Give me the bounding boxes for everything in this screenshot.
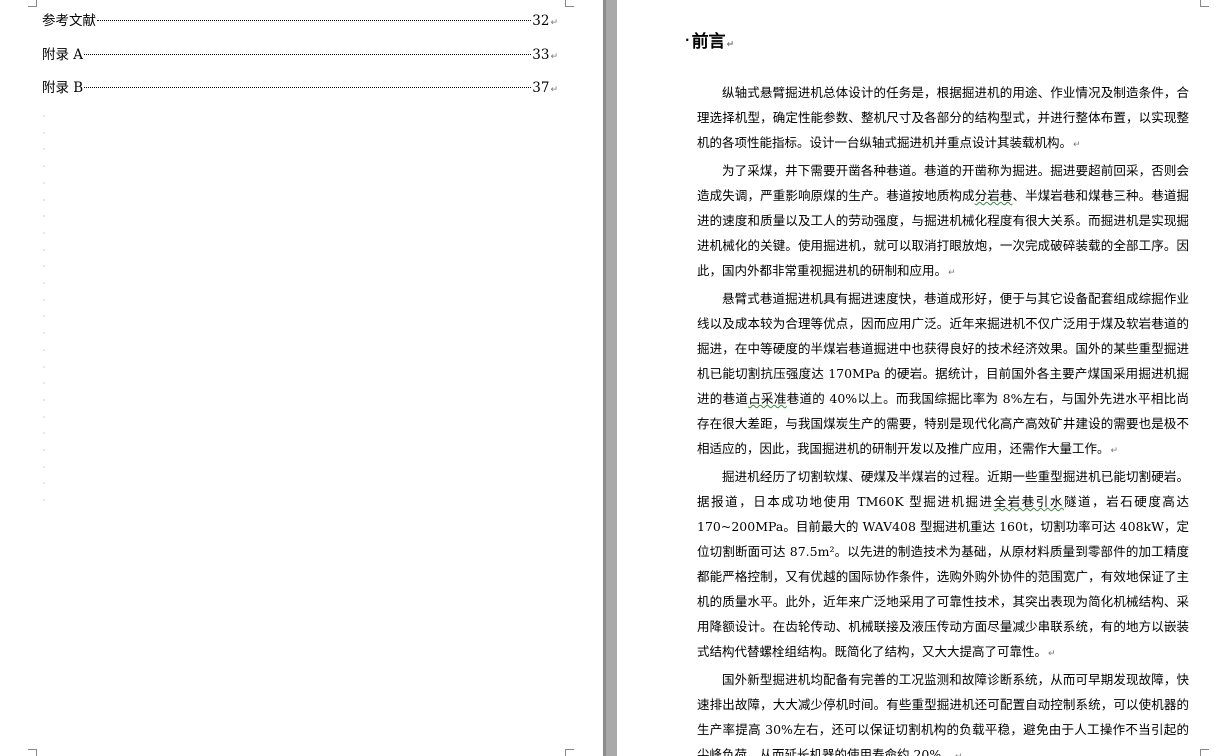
preface-paragraph: 为了采煤，井下需要开凿各种巷道。巷道的开凿称为掘进。掘进要超前回采，否则会造成失… (697, 158, 1189, 286)
toc-entry-page: 33 (532, 47, 550, 63)
toc-entry-appendix-b[interactable]: 附录 B 37 ↵ (42, 78, 558, 98)
empty-paragraph-mark-icon: ˌ (43, 176, 45, 185)
toc-dot-leader (84, 54, 532, 55)
corner-mark (1200, 749, 1209, 756)
empty-paragraph-mark-icon: ˌ (43, 193, 45, 202)
empty-paragraph-mark-icon: ˌ (43, 460, 45, 469)
grammar-flagged-text: 占采准 (748, 391, 787, 406)
grammar-flagged-text: 分岩巷 (974, 188, 1013, 203)
document-workspace: 参考文献 32 ↵ 附录 A 33 ↵ 附录 B 37 ↵ ˌˌˌˌˌˌˌˌˌˌ… (0, 0, 1217, 756)
empty-paragraph-mark-icon: ˌ (43, 327, 45, 336)
toc-entry-references[interactable]: 参考文献 32 ↵ (42, 11, 558, 31)
grammar-flagged-text: 全岩巷引水 (993, 494, 1064, 509)
corner-mark (565, 749, 574, 756)
paragraph-mark-icon: ↵ (726, 40, 735, 50)
empty-paragraph-mark-icon: ˌ (43, 377, 45, 386)
empty-paragraph-mark-icon: ˌ (43, 126, 45, 135)
empty-paragraph-mark-icon: ˌ (43, 427, 45, 436)
empty-paragraph-mark-icon: ˌ (43, 243, 45, 252)
toc-dot-leader (84, 87, 532, 88)
toc-entry-title: 参考文献 (42, 13, 96, 29)
paragraph-mark-icon: ↵ (1048, 649, 1056, 659)
paragraph-mark-icon: ↵ (948, 268, 956, 278)
paragraph-text: 悬臂式巷道掘进机具有掘进速度快，巷道成形好，便于与其它设备配套组成综掘作业线以及… (697, 291, 1189, 406)
empty-paragraph-mark-icon: ˌ (43, 444, 45, 452)
empty-paragraph-mark-icon: ˌ (43, 210, 45, 219)
empty-paragraph-mark-icon: ˌ (43, 160, 45, 169)
toc-entry-page: 37 (532, 80, 550, 96)
paragraph-mark-icon: ↵ (550, 52, 558, 62)
empty-paragraph-mark-icon: ˌ (43, 343, 45, 352)
empty-paragraph-mark-icon: ˌ (43, 393, 45, 402)
page-shadow (603, 0, 606, 756)
paragraph-text: 国外新型掘进机均配备有完善的工况监测和故障诊断系统，从而可早期发现故障，快速排出… (697, 672, 1189, 756)
toc-entry-title: 附录 B (42, 80, 84, 96)
paragraph-mark-icon: ↵ (1110, 446, 1119, 456)
preface-heading-text: 前言 (691, 32, 726, 52)
paragraph-text: 纵轴式悬臂掘进机总体设计的任务是，根据掘进机的用途、作业情况及制造条件，合理选择… (697, 85, 1189, 150)
preface-paragraph: 掘进机经历了切割软煤、硬煤及半煤岩的过程。近期一些重型掘进机已能切割硬岩。据报道… (697, 464, 1189, 667)
preface-heading: · 前言↵ (685, 30, 734, 57)
empty-paragraph-mark-icon: ˌ (43, 110, 45, 118)
heading-bullet-icon: · (685, 33, 690, 47)
page-gutter (603, 0, 617, 756)
page-toc[interactable]: 参考文献 32 ↵ 附录 A 33 ↵ 附录 B 37 ↵ ˌˌˌˌˌˌˌˌˌˌ… (0, 0, 603, 756)
empty-paragraph-mark-icon: ˌ (43, 260, 45, 269)
empty-paragraph-mark-icon: ˌ (43, 477, 45, 486)
empty-paragraph-mark-icon: ˌ (43, 310, 45, 319)
corner-mark (1200, 0, 1209, 7)
paragraph-mark-icon: ↵ (1073, 140, 1081, 150)
corner-mark (565, 0, 574, 7)
empty-paragraph-mark-icon: ˌ (43, 360, 45, 369)
paragraph-mark-icon: ↵ (955, 752, 963, 756)
empty-paragraph-mark-icon: ˌ (43, 226, 45, 235)
empty-paragraph-mark-icon: ˌ (43, 494, 45, 503)
corner-mark (28, 0, 37, 7)
empty-paragraph-mark-icon: ˌ (43, 293, 45, 302)
toc-dot-leader (97, 20, 532, 21)
preface-paragraph: 纵轴式悬臂掘进机总体设计的任务是，根据掘进机的用途、作业情况及制造条件，合理选择… (697, 80, 1189, 158)
corner-mark (28, 749, 37, 756)
toc-entry-title: 附录 A (42, 47, 84, 63)
toc-entry-appendix-a[interactable]: 附录 A 33 ↵ (42, 45, 558, 65)
paragraph-mark-icon: ↵ (550, 85, 558, 95)
empty-paragraph-mark-icon: ˌ (43, 143, 45, 152)
page-preface[interactable]: · 前言↵ 纵轴式悬臂掘进机总体设计的任务是，根据掘进机的用途、作业情况及制造条件… (617, 0, 1217, 756)
toc-entry-page: 32 (532, 13, 550, 29)
empty-paragraph-mark-icon: ˌ (43, 410, 45, 419)
preface-paragraph: 国外新型掘进机均配备有完善的工况监测和故障诊断系统，从而可早期发现故障，快速排出… (697, 667, 1189, 756)
paragraph-text: 隧道，岩石硬度高达 170~200MPa。目前最大的 WAV408 型掘进机重达… (697, 494, 1189, 659)
empty-paragraph-mark-icon: ˌ (43, 277, 45, 285)
preface-body[interactable]: 纵轴式悬臂掘进机总体设计的任务是，根据掘进机的用途、作业情况及制造条件，合理选择… (697, 80, 1189, 756)
preface-paragraph: 悬臂式巷道掘进机具有掘进速度快，巷道成形好，便于与其它设备配套组成综掘作业线以及… (697, 286, 1189, 464)
paragraph-mark-icon: ↵ (550, 18, 558, 28)
